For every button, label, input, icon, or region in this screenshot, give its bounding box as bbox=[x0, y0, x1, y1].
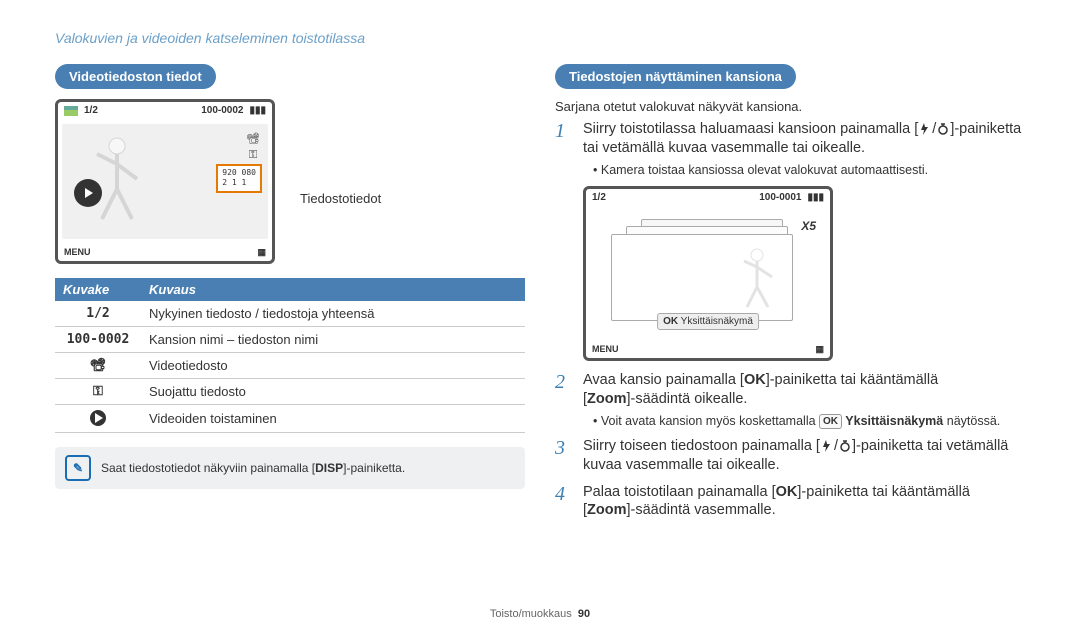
ss2-fileid: 100-0001 bbox=[759, 192, 801, 203]
info-overlay: 920 080 2 1 1 bbox=[216, 164, 262, 193]
step2-body: Avaa kansio painamalla [OK]-painiketta t… bbox=[583, 371, 1000, 429]
right-heading: Tiedostojen näyttäminen kansiona bbox=[555, 64, 796, 89]
step-num-3: 3 bbox=[555, 437, 573, 475]
step4-body: Palaa toistotilaan painamalla [OK]-paini… bbox=[583, 483, 970, 521]
leader-label: Tiedostotiedot bbox=[300, 191, 381, 206]
step1-bullet: Kamera toistaa kansiossa olevat valokuva… bbox=[583, 162, 1025, 178]
page-footer: Toisto/muokkaus 90 bbox=[0, 608, 1080, 620]
icon-table: Kuvake Kuvaus 1/2 Nykyinen tiedosto / ti… bbox=[55, 278, 525, 433]
battery-icon: ▮▮▮ bbox=[249, 105, 266, 116]
video-icon: 📽 bbox=[246, 132, 260, 145]
table-row: ⚿ Suojattu tiedosto bbox=[55, 379, 525, 405]
timer-icon bbox=[936, 122, 950, 136]
table-row: 📽 Videotiedosto bbox=[55, 353, 525, 379]
ss-counter: 1/2 bbox=[84, 105, 98, 116]
folder-screenshot: 1/2 100-0001 ▮▮▮ bbox=[583, 186, 833, 361]
left-heading: Videotiedoston tiedot bbox=[55, 64, 216, 89]
note-icon: ✎ bbox=[65, 455, 91, 481]
battery-icon: ▮▮▮ bbox=[807, 192, 824, 203]
intro-text: Sarjana otetut valokuvat näkyvät kansion… bbox=[555, 99, 1025, 114]
timer-icon bbox=[838, 439, 852, 453]
ss2-counter: 1/2 bbox=[592, 192, 606, 203]
thumb-icon bbox=[64, 106, 78, 116]
note-box: ✎ Saat tiedostotiedot näkyviin painamall… bbox=[55, 447, 525, 489]
lock-icon: ⚿ bbox=[93, 384, 103, 399]
step-num-4: 4 bbox=[555, 483, 573, 521]
th-icon: Kuvake bbox=[55, 278, 141, 301]
th-desc: Kuvaus bbox=[141, 278, 525, 301]
video-icon: 📽 bbox=[90, 358, 107, 373]
menu-label: MENU bbox=[64, 247, 91, 258]
flash-icon bbox=[918, 122, 932, 136]
grid-icon: ▦ bbox=[257, 247, 266, 258]
note-text: Saat tiedostotiedot näkyviin painamalla … bbox=[101, 461, 405, 475]
video-info-screenshot: 1/2 100-0002 ▮▮▮ bbox=[55, 99, 275, 264]
stickman-graphic bbox=[732, 245, 782, 310]
step2-bullet: Voit avata kansion myös koskettamalla OK… bbox=[583, 413, 1000, 429]
table-row: Videoiden toistaminen bbox=[55, 405, 525, 433]
table-row: 1/2 Nykyinen tiedosto / tiedostoja yhtee… bbox=[55, 301, 525, 327]
play-icon bbox=[74, 179, 102, 207]
breadcrumb: Valokuvien ja videoiden katseleminen toi… bbox=[55, 30, 1025, 46]
ok-badge: OK Yksittäisnäkymä bbox=[657, 313, 759, 330]
ss-fileid: 100-0002 bbox=[201, 105, 243, 116]
lock-icon: ⚿ bbox=[249, 149, 257, 162]
flash-icon bbox=[820, 439, 834, 453]
step-num-2: 2 bbox=[555, 371, 573, 429]
grid-icon: ▦ bbox=[815, 344, 824, 355]
step1-body: Siirry toistotilassa haluamaasi kansioon… bbox=[583, 120, 1025, 178]
step-num-1: 1 bbox=[555, 120, 573, 178]
table-row: 100-0002 Kansion nimi – tiedoston nimi bbox=[55, 327, 525, 353]
menu-label: MENU bbox=[592, 344, 619, 355]
step3-body: Siirry toiseen tiedostoon painamalla [/]… bbox=[583, 437, 1025, 475]
x5-label: X5 bbox=[801, 219, 816, 233]
